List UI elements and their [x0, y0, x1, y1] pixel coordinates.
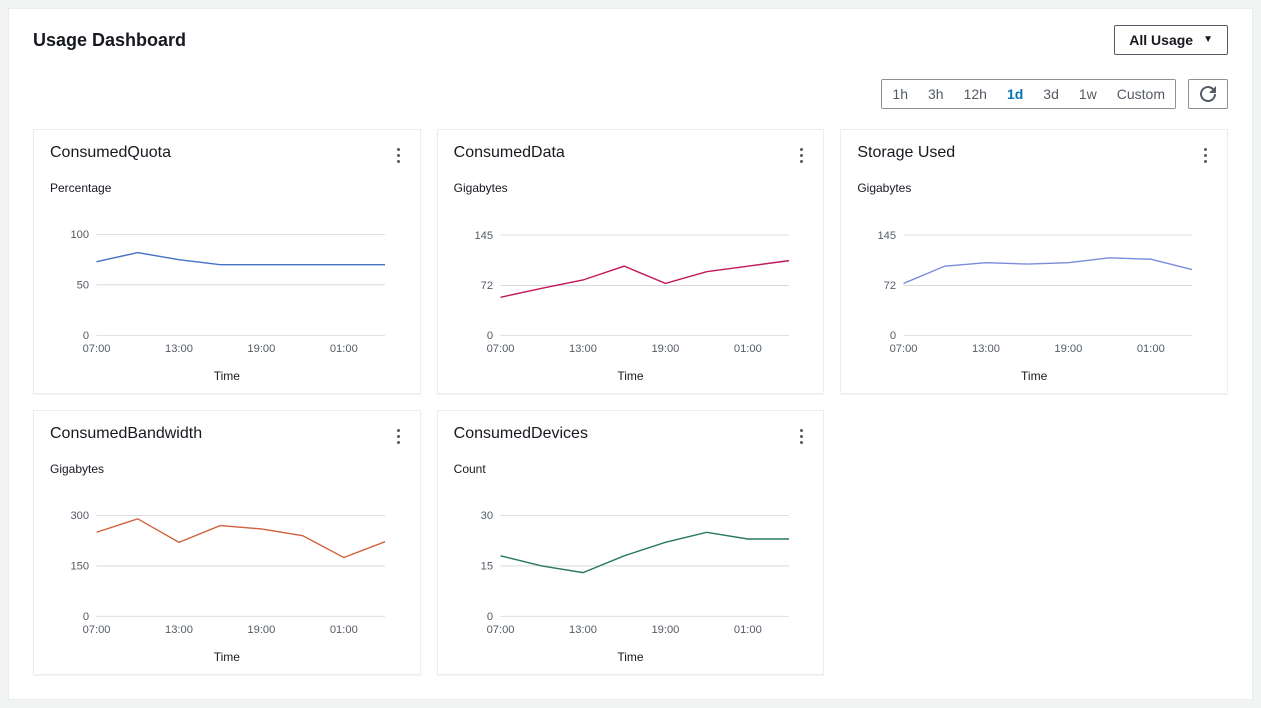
line-chart: 0 150 300 07:00 13:00 19:00 01:00 [50, 486, 404, 644]
kebab-menu-icon[interactable] [393, 144, 404, 167]
svg-text:19:00: 19:00 [651, 624, 679, 636]
refresh-button[interactable] [1188, 79, 1228, 109]
chart-card: Storage Used Gigabytes 0 72 145 07:00 13:00 19:… [840, 129, 1228, 394]
kebab-menu-icon[interactable] [393, 425, 404, 448]
svg-text:01:00: 01:00 [1137, 343, 1165, 355]
svg-text:72: 72 [480, 280, 492, 292]
line-chart: 0 15 30 07:00 13:00 19:00 01:00 [454, 486, 808, 644]
svg-text:07:00: 07:00 [83, 624, 111, 636]
time-range-group: 1h3h12h1d3d1wCustom [881, 79, 1176, 109]
x-axis-label: Time [454, 369, 808, 383]
chevron-down-icon: ▼ [1203, 35, 1213, 45]
svg-text:19:00: 19:00 [1055, 343, 1083, 355]
svg-text:0: 0 [890, 330, 896, 342]
svg-text:145: 145 [474, 230, 493, 242]
chart-card: ConsumedBandwidth Gigabytes 0 150 300 07:00 13… [33, 410, 421, 675]
time-range-1h[interactable]: 1h [882, 80, 918, 108]
controls-row: 1h3h12h1d3d1wCustom [33, 79, 1228, 109]
chart-title: ConsumedData [454, 144, 565, 162]
chart-card: ConsumedData Gigabytes 0 72 145 07:00 13:00 19:… [437, 129, 825, 394]
svg-text:100: 100 [70, 229, 89, 241]
usage-scope-dropdown[interactable]: All Usage ▼ [1114, 25, 1228, 55]
svg-text:13:00: 13:00 [972, 343, 1000, 355]
svg-text:07:00: 07:00 [486, 624, 514, 636]
page-title: Usage Dashboard [33, 30, 186, 51]
svg-text:150: 150 [70, 561, 89, 573]
x-axis-label: Time [50, 650, 404, 664]
y-axis-label: Gigabytes [857, 181, 1211, 195]
svg-text:07:00: 07:00 [890, 343, 918, 355]
svg-text:13:00: 13:00 [165, 624, 193, 636]
time-range-custom[interactable]: Custom [1107, 80, 1175, 108]
svg-text:0: 0 [83, 611, 89, 623]
svg-text:19:00: 19:00 [247, 624, 275, 636]
line-chart: 0 50 100 07:00 13:00 19:00 01:00 [50, 205, 404, 363]
svg-text:0: 0 [487, 611, 493, 623]
y-axis-label: Count [454, 462, 808, 476]
svg-text:72: 72 [884, 280, 896, 292]
svg-text:19:00: 19:00 [247, 343, 275, 355]
svg-text:01:00: 01:00 [330, 343, 358, 355]
chart-card: ConsumedDevices Count 0 15 30 07:00 13:00 19:00… [437, 410, 825, 675]
chart-title: ConsumedDevices [454, 425, 588, 443]
x-axis-label: Time [454, 650, 808, 664]
line-chart: 0 72 145 07:00 13:00 19:00 01:00 [857, 205, 1211, 363]
svg-text:13:00: 13:00 [569, 624, 597, 636]
y-axis-label: Gigabytes [454, 181, 808, 195]
usage-scope-label: All Usage [1129, 32, 1193, 48]
svg-text:145: 145 [878, 230, 897, 242]
time-range-3h[interactable]: 3h [918, 80, 954, 108]
svg-text:13:00: 13:00 [569, 343, 597, 355]
y-axis-label: Percentage [50, 181, 404, 195]
chart-title: ConsumedQuota [50, 144, 171, 162]
chart-card: ConsumedQuota Percentage 0 50 100 07:00 13:00 1… [33, 129, 421, 394]
svg-text:13:00: 13:00 [165, 343, 193, 355]
time-range-1w[interactable]: 1w [1069, 80, 1107, 108]
svg-text:0: 0 [83, 330, 89, 342]
kebab-menu-icon[interactable] [796, 425, 807, 448]
svg-text:50: 50 [77, 280, 89, 292]
x-axis-label: Time [50, 369, 404, 383]
dashboard-panel: Usage Dashboard All Usage ▼ 1h3h12h1d3d1… [8, 8, 1253, 700]
chart-title: Storage Used [857, 144, 955, 162]
svg-text:07:00: 07:00 [83, 343, 111, 355]
svg-text:300: 300 [70, 510, 89, 522]
time-range-3d[interactable]: 3d [1033, 80, 1069, 108]
chart-grid: ConsumedQuota Percentage 0 50 100 07:00 13:00 1… [33, 129, 1228, 675]
time-range-1d[interactable]: 1d [997, 80, 1033, 108]
header-row: Usage Dashboard All Usage ▼ [33, 25, 1228, 55]
svg-text:19:00: 19:00 [651, 343, 679, 355]
svg-text:30: 30 [480, 510, 492, 522]
svg-text:01:00: 01:00 [330, 624, 358, 636]
time-range-12h[interactable]: 12h [954, 80, 997, 108]
svg-text:0: 0 [487, 330, 493, 342]
kebab-menu-icon[interactable] [796, 144, 807, 167]
refresh-icon [1200, 86, 1216, 102]
svg-text:15: 15 [480, 561, 492, 573]
svg-text:01:00: 01:00 [734, 343, 762, 355]
svg-text:01:00: 01:00 [734, 624, 762, 636]
svg-text:07:00: 07:00 [486, 343, 514, 355]
line-chart: 0 72 145 07:00 13:00 19:00 01:00 [454, 205, 808, 363]
y-axis-label: Gigabytes [50, 462, 404, 476]
kebab-menu-icon[interactable] [1200, 144, 1211, 167]
chart-title: ConsumedBandwidth [50, 425, 202, 443]
x-axis-label: Time [857, 369, 1211, 383]
